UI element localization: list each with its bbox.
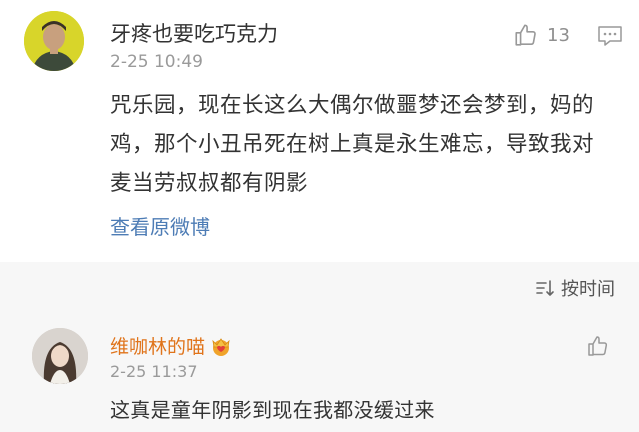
comment-timestamp: 2-25 11:37: [110, 362, 198, 381]
sort-by-time-button[interactable]: 按时间: [535, 275, 615, 301]
comment-text: 这真是童年阴影到现在我都没缓过来: [110, 398, 435, 422]
commenter-username[interactable]: 维咖林的喵: [110, 332, 233, 359]
thumbs-up-icon: [588, 336, 608, 356]
thumbs-up-icon: [515, 24, 536, 46]
post-timestamp: 2-25 10:49: [110, 52, 203, 72]
comment-icon: [598, 26, 622, 46]
commenter-avatar[interactable]: [32, 328, 88, 384]
commenter-name-text: 维咖林的喵: [110, 336, 206, 358]
sort-label: 按时间: [561, 279, 615, 300]
sort-bar: 按时间: [0, 262, 639, 312]
like-count: 13: [547, 24, 570, 46]
comment-like-button[interactable]: [586, 334, 610, 358]
vip-crown-icon: [212, 337, 230, 356]
view-original-link[interactable]: 查看原微博: [110, 211, 210, 240]
avatar[interactable]: [24, 11, 84, 71]
avatar-image: [24, 11, 84, 71]
post-text: 咒乐园，现在长这么大偶尔做噩梦还会梦到，妈的鸡，那个小丑吊死在树上真是永生难忘，…: [110, 93, 595, 196]
post-card: 牙疼也要吃巧克力 2-25 10:49 13 咒乐园，现在长这么大偶尔做噩梦还会…: [0, 0, 639, 262]
sort-icon: [536, 280, 554, 296]
avatar-image: [32, 328, 88, 384]
like-button[interactable]: 13: [513, 22, 570, 48]
comment-item: 维咖林的喵 2-25 11:37 这真是童年阴影到现在我都没缓过来: [0, 312, 639, 432]
post-username[interactable]: 牙疼也要吃巧克力: [110, 18, 278, 48]
comment-button[interactable]: [597, 24, 623, 52]
